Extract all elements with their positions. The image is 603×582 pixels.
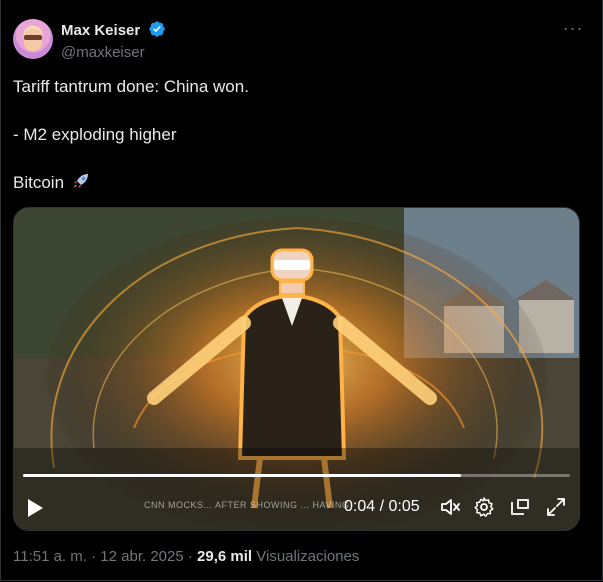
- settings-button[interactable]: [473, 496, 495, 518]
- rocket-emoji-icon: [71, 171, 91, 198]
- video-frame: [14, 208, 579, 530]
- video-time: 0:04 / 0:05: [344, 498, 420, 515]
- tweet-text: Tariff tantrum done: China won. - M2 exp…: [13, 75, 583, 198]
- tweet-time[interactable]: 11:51 a. m.: [13, 548, 87, 565]
- fullscreen-button[interactable]: [545, 496, 567, 518]
- fullscreen-icon: [547, 498, 565, 516]
- more-options-button[interactable]: ···: [558, 18, 588, 44]
- tweet-line-3-text: Bitcoin: [13, 173, 65, 192]
- verified-badge-icon: [148, 20, 166, 43]
- muted-speaker-icon: [441, 499, 460, 515]
- pip-icon: [511, 499, 529, 515]
- mute-button[interactable]: [439, 496, 461, 518]
- news-ticker-text: CNN MOCKS... AFTER SHOWING ... HAVING: [144, 500, 350, 510]
- views-label: Visualizaciones: [256, 548, 360, 565]
- video-controls: CNN MOCKS... AFTER SHOWING ... HAVING 0:…: [14, 488, 579, 528]
- avatar-glasses: [24, 35, 42, 40]
- author-display-name[interactable]: Max Keiser: [61, 22, 140, 39]
- tweet-line-3: Bitcoin: [13, 171, 583, 198]
- author-names: Max Keiser @maxkeiser: [61, 20, 166, 63]
- gear-icon: [474, 497, 494, 517]
- tweet-line-1: Tariff tantrum done: China won.: [13, 77, 249, 96]
- avatar-face: [24, 29, 42, 51]
- tweet-meta: 11:51 a. m. · 12 abr. 2025 · 29,6 mil Vi…: [13, 547, 359, 567]
- avatar[interactable]: [13, 19, 53, 59]
- meta-separator: ·: [187, 548, 193, 565]
- tweet-blank-line: [13, 99, 583, 123]
- play-icon: [28, 499, 43, 517]
- video-progress-fill: [23, 474, 461, 477]
- picture-in-picture-button[interactable]: [509, 496, 531, 518]
- more-icon: ···: [562, 18, 584, 38]
- tweet-line-2: - M2 exploding higher: [13, 125, 177, 144]
- author-handle[interactable]: @maxkeiser: [61, 43, 166, 63]
- tweet-date[interactable]: 12 abr. 2025: [100, 548, 183, 565]
- tweet-blank-line: [13, 147, 583, 171]
- video-progress-bar[interactable]: [23, 474, 570, 477]
- meta-separator: ·: [91, 548, 97, 565]
- tweet-header: Max Keiser @maxkeiser ···: [13, 16, 588, 63]
- video-player[interactable]: CNN MOCKS... AFTER SHOWING ... HAVING 0:…: [13, 207, 580, 531]
- views-count: 29,6 mil: [197, 548, 253, 565]
- play-button[interactable]: [26, 498, 44, 518]
